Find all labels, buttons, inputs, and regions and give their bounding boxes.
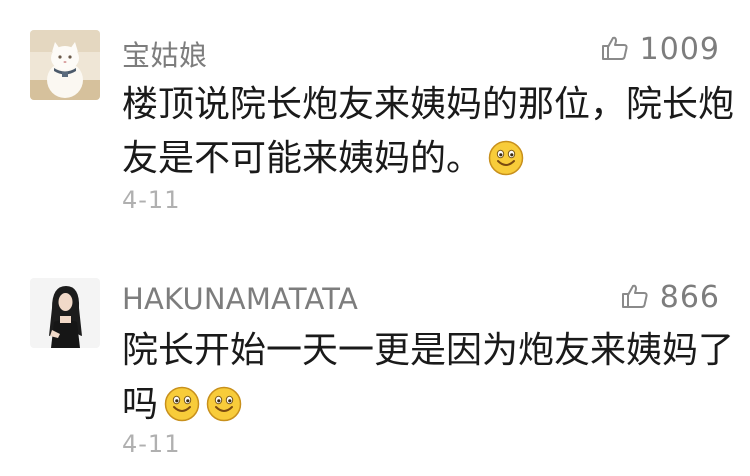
comment-item: 宝姑娘 1009 楼顶说院长炮友来姨妈的那位，院长炮 友是不可能来姨妈的。 4-…	[0, 0, 750, 232]
comment-item: HAKUNAMATATA 866 院长开始一天一更是因为炮友来姨妈了 吗 4-1…	[0, 262, 750, 476]
like-button[interactable]: 1009	[600, 32, 720, 67]
comment-date: 4-11	[122, 430, 181, 458]
like-count: 1009	[639, 32, 720, 67]
like-button[interactable]: 866	[620, 280, 720, 315]
username[interactable]: HAKUNAMATATA	[122, 282, 358, 316]
comment-text-segment: 友是不可能来姨妈的。	[122, 138, 483, 179]
smiling-face-icon	[164, 384, 200, 422]
avatar[interactable]	[30, 278, 100, 348]
thumbs-up-icon	[600, 33, 630, 67]
thumbs-up-icon	[620, 281, 650, 315]
comment-text-segment: 吗	[122, 384, 159, 425]
like-count: 866	[659, 280, 720, 315]
comment-text-line: 院长开始一天一更是因为炮友来姨妈了	[122, 330, 735, 371]
comment-date: 4-11	[122, 186, 181, 214]
comment-text-line: 吗	[122, 378, 717, 432]
comment-text: 楼顶说院长炮友来姨妈的那位，院长炮 友是不可能来姨妈的。	[122, 78, 735, 186]
comment-text-line: 楼顶说院长炮友来姨妈的那位，院长炮	[122, 84, 735, 125]
smiling-face-icon	[488, 138, 524, 176]
username[interactable]: 宝姑娘	[122, 34, 208, 74]
avatar[interactable]	[30, 30, 100, 100]
comment-text: 院长开始一天一更是因为炮友来姨妈了 吗	[122, 324, 735, 432]
smiling-face-icon	[206, 384, 242, 422]
comment-text-line: 友是不可能来姨妈的。	[122, 132, 717, 186]
